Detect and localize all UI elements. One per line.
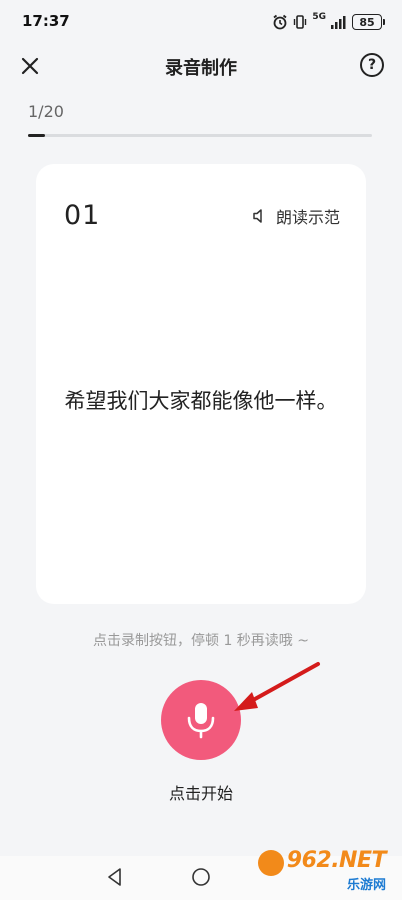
watermark-subtext: 乐游网 — [346, 878, 386, 893]
card-number: 01 — [64, 200, 101, 231]
status-icons: 5G 85 — [272, 12, 385, 32]
progress-fill — [28, 134, 46, 137]
signal-icon — [331, 16, 346, 29]
progress-track — [28, 134, 372, 137]
header: 录音制作 ? — [0, 44, 402, 88]
watermark-logo — [258, 850, 284, 876]
speaker-icon — [253, 209, 262, 223]
help-button[interactable]: ? — [360, 53, 384, 77]
watermark-text: 962.NET — [286, 848, 387, 873]
network-label: 5G — [312, 12, 326, 22]
vibrate-icon — [294, 15, 307, 29]
alarm-icon — [273, 14, 287, 30]
nav-back-icon[interactable] — [104, 866, 126, 888]
sentence-card: 01 朗读示范 希望我们大家都能像他一样。 — [36, 164, 366, 604]
watermark: 962.NET 乐游网 — [256, 846, 394, 894]
demo-read-button[interactable]: 朗读示范 — [251, 204, 340, 228]
record-label: 点击开始 — [168, 784, 233, 803]
recording-hint: 点击录制按钮，停顿 1 秒再读哦 ~ — [93, 633, 309, 649]
status-bar: 17:37 5G 85 — [0, 0, 402, 44]
page-title: 录音制作 — [165, 58, 237, 79]
sentence-text: 希望我们大家都能像他一样。 — [64, 389, 338, 413]
demo-read-label: 朗读示范 — [275, 208, 340, 227]
nav-home-icon[interactable] — [190, 866, 212, 888]
recording-screen: 17:37 5G 85 录音制作 ? 1/20 01 朗读示范 希望我们大家都能… — [0, 0, 402, 900]
record-button[interactable] — [161, 680, 241, 760]
battery-indicator: 85 — [352, 14, 385, 30]
status-time: 17:37 — [22, 12, 70, 30]
microphone-icon — [187, 703, 215, 739]
progress-text: 1/20 — [28, 102, 64, 121]
